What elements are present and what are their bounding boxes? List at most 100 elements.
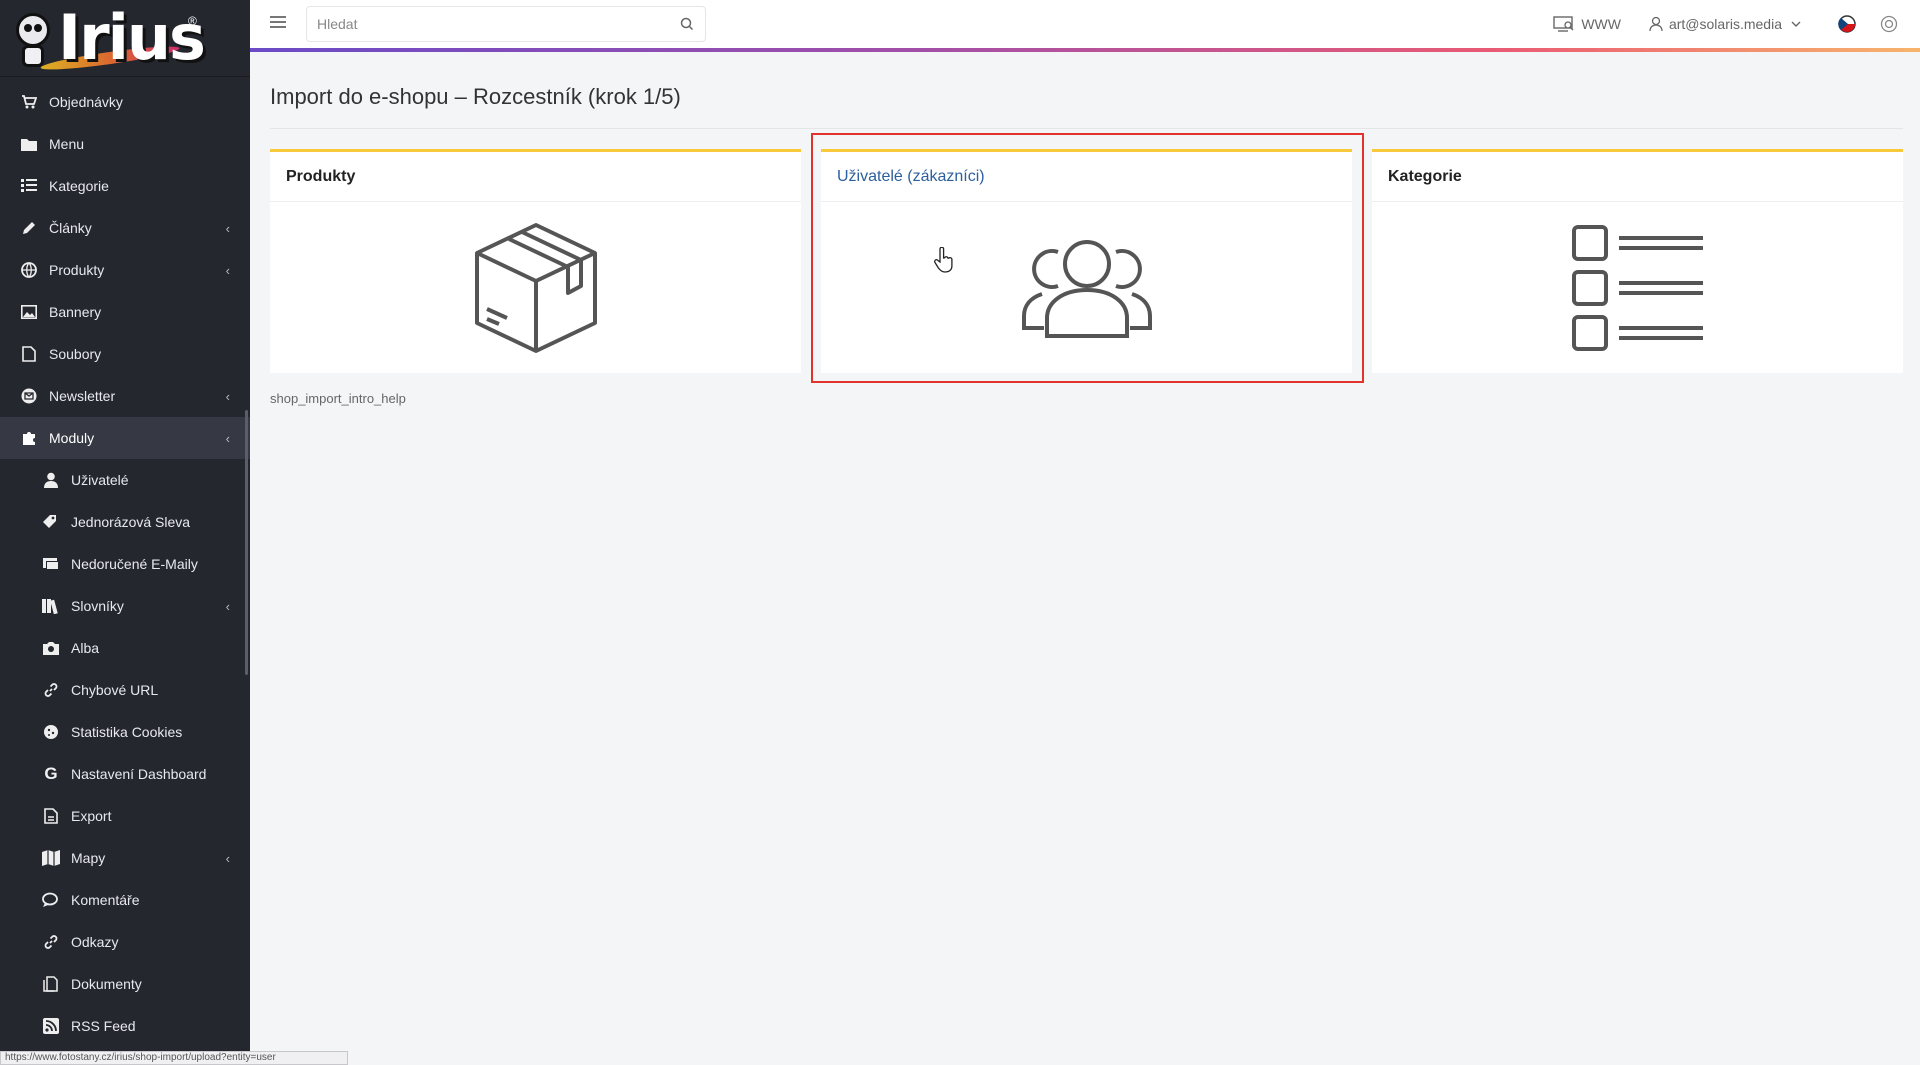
brand-logo[interactable]: Irius ®	[0, 0, 250, 77]
user-icon	[1649, 16, 1663, 32]
sidebar-item-komentare[interactable]: Komentáře	[0, 879, 250, 921]
sidebar-item-uzivatele[interactable]: Uživatelé	[0, 459, 250, 501]
sidebar-item-objednavky[interactable]: Objednávky	[0, 81, 250, 123]
sidebar-item-label: Mapy	[71, 850, 106, 866]
card-title: Uživatelé (zákazníci)	[821, 152, 1352, 202]
card-title: Kategorie	[1372, 152, 1903, 202]
sidebar-item-alba[interactable]: Alba	[0, 627, 250, 669]
sidebar-item-label: Export	[71, 808, 112, 824]
help-text: shop_import_intro_help	[270, 391, 406, 406]
search-icon[interactable]	[679, 16, 695, 32]
books-icon	[42, 597, 60, 615]
globe-icon	[20, 261, 38, 279]
sidebar-item-label: Menu	[49, 136, 85, 152]
camera-icon	[42, 639, 60, 657]
sidebar-item-export[interactable]: Export	[0, 795, 250, 837]
sidebar-item-jednorazova-sleva[interactable]: Jednorázová Sleva	[0, 501, 250, 543]
sidebar-item-moduly[interactable]: Moduly ‹	[0, 417, 250, 459]
tags-icon	[42, 513, 60, 531]
sidebar-nav: Objednávky Menu Kategorie Články ‹ Produ…	[0, 77, 250, 1047]
hand-cursor-icon	[934, 247, 953, 273]
sidebar-item-label: Produkty	[49, 262, 105, 278]
sidebar: Irius ® Objednávky Menu Kategorie Články…	[0, 0, 250, 1065]
envelope-icon	[42, 555, 60, 573]
logo-text: Irius	[58, 1, 206, 74]
pencil-icon	[20, 219, 38, 237]
link-icon	[42, 681, 60, 699]
sidebar-item-nastaveni-dashboard[interactable]: G Nastavení Dashboard	[0, 753, 250, 795]
card-kategorie[interactable]: Kategorie	[1372, 149, 1903, 373]
sidebar-item-label: Odkazy	[71, 934, 119, 950]
chevron-left-icon: ‹	[225, 598, 230, 614]
sidebar-item-label: Slovníky	[71, 598, 124, 614]
www-label: WWW	[1581, 16, 1621, 32]
sidebar-item-mapy[interactable]: Mapy ‹	[0, 837, 250, 879]
google-icon: G	[44, 764, 58, 783]
user-menu[interactable]: art@solaris.media	[1649, 16, 1808, 32]
sidebar-item-label: Komentáře	[71, 892, 140, 908]
sidebar-item-label: Soubory	[49, 346, 102, 362]
sidebar-item-label: Uživatelé	[71, 472, 129, 488]
sidebar-item-label: RSS Feed	[71, 1018, 136, 1034]
sidebar-item-produkty[interactable]: Produkty ‹	[0, 249, 250, 291]
newsletter-icon	[20, 387, 38, 405]
cookie-icon	[42, 723, 60, 741]
link-icon	[42, 933, 60, 951]
users-icon	[1021, 239, 1152, 338]
sidebar-item-bannery[interactable]: Bannery	[0, 291, 250, 333]
sidebar-item-slovniky[interactable]: Slovníky ‹	[0, 585, 250, 627]
sidebar-item-clanky[interactable]: Články ‹	[0, 207, 250, 249]
sidebar-scrollbar[interactable]	[245, 410, 248, 675]
list-icon	[20, 177, 38, 195]
registered-mark: ®	[188, 14, 197, 28]
file-icon	[20, 345, 38, 363]
chevron-left-icon: ‹	[225, 850, 230, 866]
checklist-icon	[1571, 224, 1703, 351]
sidebar-item-newsletter[interactable]: Newsletter ‹	[0, 375, 250, 417]
sidebar-item-label: Kategorie	[49, 178, 109, 194]
sidebar-item-label: Statistika Cookies	[71, 724, 183, 740]
www-link[interactable]: WWW	[1553, 16, 1621, 32]
search-box	[306, 6, 706, 42]
sidebar-item-dokumenty[interactable]: Dokumenty	[0, 963, 250, 1005]
sidebar-item-label: Nedoručené E-Maily	[71, 556, 198, 572]
card-uzivatele[interactable]: Uživatelé (zákazníci)	[821, 149, 1352, 373]
hamburger-menu-icon[interactable]	[270, 16, 286, 30]
sidebar-item-odkazy[interactable]: Odkazy	[0, 921, 250, 963]
image-icon	[20, 303, 38, 321]
sidebar-item-kategorie[interactable]: Kategorie	[0, 165, 250, 207]
status-bar-url: https://www.fotostany.cz/irius/shop-impo…	[0, 1051, 348, 1065]
sidebar-item-chybove-url[interactable]: Chybové URL	[0, 669, 250, 711]
cart-icon	[20, 93, 38, 111]
sidebar-item-statistika-cookies[interactable]: Statistika Cookies	[0, 711, 250, 753]
card-produkty[interactable]: Produkty	[270, 149, 801, 373]
sidebar-item-nedorucene-emaily[interactable]: Nedoručené E-Maily	[0, 543, 250, 585]
sidebar-item-rss-feed[interactable]: RSS Feed	[0, 1005, 250, 1047]
sidebar-item-label: Jednorázová Sleva	[71, 514, 191, 530]
sidebar-item-label: Nastavení Dashboard	[71, 766, 207, 782]
map-icon	[42, 849, 60, 867]
documents-icon	[42, 975, 60, 993]
topbar-actions: WWW art@solaris.media	[1553, 0, 1920, 48]
card-title: Produkty	[270, 152, 801, 202]
export-icon	[42, 807, 60, 825]
mascot-icon	[12, 7, 54, 69]
import-cards: Produkty Uživatelé (zákazníci) Kategorie	[270, 149, 1903, 373]
rss-icon	[42, 1017, 60, 1035]
chevron-left-icon: ‹	[225, 220, 230, 236]
sidebar-item-menu[interactable]: Menu	[0, 123, 250, 165]
sidebar-item-label: Moduly	[49, 430, 95, 446]
sidebar-item-soubory[interactable]: Soubory	[0, 333, 250, 375]
sidebar-item-label: Alba	[71, 640, 100, 656]
language-flag-icon[interactable]	[1836, 13, 1858, 35]
search-input[interactable]	[307, 7, 647, 41]
power-icon[interactable]	[1878, 13, 1900, 35]
page-title: Import do e-shopu – Rozcestník (krok 1/5…	[270, 84, 1903, 129]
chevron-left-icon: ‹	[225, 262, 230, 278]
topbar: WWW art@solaris.media	[250, 0, 1920, 48]
chevron-left-icon: ‹	[225, 430, 230, 446]
user-icon	[42, 471, 60, 489]
user-email: art@solaris.media	[1668, 16, 1782, 32]
folder-icon	[20, 135, 38, 153]
sidebar-item-label: Bannery	[49, 304, 102, 320]
